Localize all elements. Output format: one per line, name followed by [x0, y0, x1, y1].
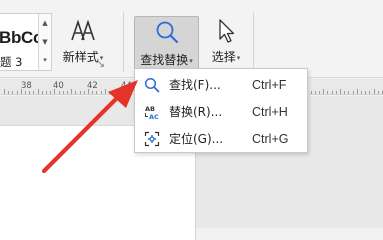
new-style-label: 新样式 [62, 50, 99, 64]
ruler-tick [4, 89, 5, 94]
ruler-mark: 44 [121, 81, 132, 91]
ruler-tick [361, 91, 362, 94]
magnifier-icon [156, 21, 178, 44]
ruler-tick [88, 89, 89, 94]
ruler-tick [12, 91, 14, 94]
menu-item-shortcut: Ctrl+F [252, 77, 287, 92]
menu-item-replace[interactable]: AB AC 替换(R)... Ctrl+H [135, 98, 307, 125]
chevron-down-icon: ▾ [189, 56, 193, 65]
search-icon [135, 77, 169, 93]
menu-item-label: 查找(F)... [169, 78, 221, 92]
replace-icon: AB AC [135, 104, 169, 120]
style-preview-heading3[interactable]: BbCc 题 3 [0, 18, 43, 69]
ruler-tick [331, 91, 333, 94]
ruler-tick [33, 91, 35, 94]
ruler-tick [125, 91, 127, 94]
new-style-button[interactable]: 新样式▾ ↘ [58, 14, 108, 70]
menu-item-find[interactable]: 查找(F)... Ctrl+F [135, 71, 307, 98]
ruler-tick [369, 91, 371, 94]
ruler-tick [104, 89, 106, 94]
ruler-tick [46, 91, 47, 94]
svg-text:AB: AB [145, 105, 155, 113]
ruler-tick [62, 91, 64, 94]
find-replace-button[interactable]: 查找替换▾ [134, 16, 199, 70]
ruler-tick [319, 91, 320, 94]
style-gallery[interactable]: BbCc 题 3 ▲ ▼ ▾ [0, 13, 52, 71]
ruler-tick [8, 91, 10, 94]
ruler-tick [67, 91, 68, 94]
select-label-wrap: 选择▾ [206, 48, 246, 65]
ruler-tick [344, 91, 346, 94]
style-name: 题 3 [0, 55, 23, 69]
ribbon-separator [123, 12, 124, 72]
ribbon-toolbar: BbCc 题 3 ▲ ▼ ▾ 新样式▾ ↘ 查找替换▾ 选择▾ [0, 0, 383, 78]
ruler-tick [25, 91, 26, 94]
ruler-tick [54, 89, 56, 94]
ruler-tick [92, 91, 94, 94]
ruler-tick [75, 91, 77, 94]
menu-item-label: 替换(R)... [169, 105, 223, 119]
ruler-tick [121, 89, 123, 94]
gallery-scrollbar[interactable]: ▲ ▼ ▾ [38, 14, 51, 70]
menu-item-shortcut: Ctrl+G [252, 131, 289, 146]
find-replace-label: 查找替换 [140, 53, 189, 67]
ruler-tick [96, 91, 98, 94]
ruler-tick [323, 89, 325, 94]
ruler-tick [352, 91, 354, 94]
ruler-tick [356, 89, 358, 94]
ruler-tick [79, 91, 81, 94]
ruler-tick [109, 91, 110, 94]
gallery-scroll-down-icon[interactable]: ▼ [39, 33, 51, 52]
cursor-arrow-icon [219, 19, 235, 43]
ribbon-separator [253, 12, 254, 72]
ruler-tick [373, 89, 375, 94]
ruler-tick [327, 91, 329, 94]
ruler-tick [130, 91, 131, 94]
goto-icon [135, 131, 169, 147]
ruler-tick [71, 89, 73, 94]
ruler-tick [29, 91, 31, 94]
menu-item-shortcut: Ctrl+H [252, 104, 288, 119]
ruler-tick [310, 91, 312, 94]
ruler-mark: 38 [21, 81, 32, 91]
ruler-tick [16, 91, 18, 94]
ruler-tick [113, 91, 115, 94]
font-style-AA-icon [71, 19, 95, 41]
ruler-tick [50, 91, 52, 94]
ruler-tick [117, 91, 119, 94]
ruler-tick [58, 91, 60, 94]
find-replace-menu: 查找(F)... Ctrl+F AB AC 替换(R)... Ctrl+H 定位… [134, 68, 308, 153]
menu-item-label: 定位(G)... [169, 132, 224, 146]
ruler-tick [314, 91, 316, 94]
select-label: 选择 [211, 50, 236, 64]
chevron-down-icon: ▾ [236, 53, 241, 62]
ruler-tick [377, 91, 379, 94]
ruler-tick [340, 89, 341, 94]
ruler-tick [348, 91, 350, 94]
ruler-tick [83, 91, 85, 94]
ruler-tick [37, 89, 39, 94]
ruler-tick [335, 91, 337, 94]
menu-item-goto[interactable]: 定位(G)... Ctrl+G [135, 125, 307, 152]
ruler-tick [20, 89, 22, 94]
style-sample-text: BbCc [0, 28, 43, 47]
ruler-tick [100, 91, 102, 94]
svg-text:AC: AC [149, 113, 159, 120]
ruler-tick [41, 91, 43, 94]
select-button[interactable]: 选择▾ [206, 14, 246, 68]
gallery-expand-icon[interactable]: ▾ [39, 51, 51, 70]
dialog-launcher-icon[interactable]: ↘ [97, 59, 105, 70]
find-replace-label-wrap: 查找替换▾ [135, 51, 198, 68]
gallery-scroll-up-icon[interactable]: ▲ [39, 14, 51, 33]
ruler-tick [365, 91, 367, 94]
